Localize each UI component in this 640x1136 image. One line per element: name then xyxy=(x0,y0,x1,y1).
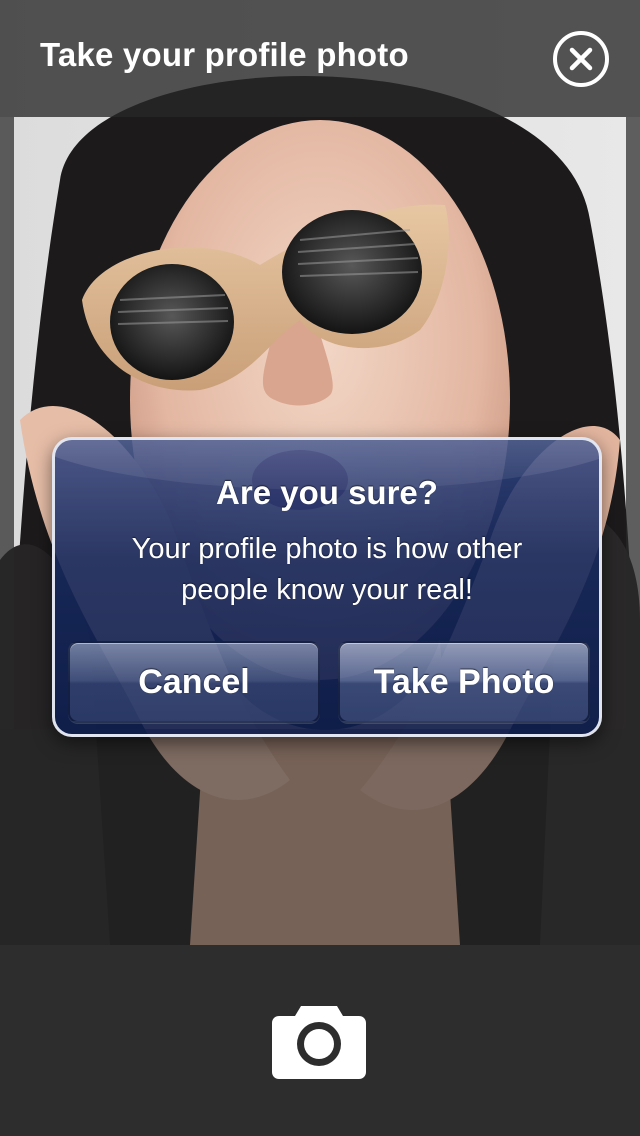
alert-message: Your profile photo is how other people k… xyxy=(131,533,523,606)
alert-title: Are you sure? xyxy=(216,474,438,511)
take-photo-button[interactable]: Take Photo xyxy=(338,641,590,723)
shutter-button[interactable] xyxy=(271,1000,367,1080)
crop-shade-bottom xyxy=(0,729,640,945)
camera-icon xyxy=(272,1006,366,1079)
crop-shade-right xyxy=(626,117,640,729)
crop-shade-left xyxy=(0,117,14,729)
cancel-button[interactable]: Cancel xyxy=(68,641,320,723)
close-icon xyxy=(569,47,593,71)
close-button[interactable] xyxy=(553,31,609,87)
page-title: Take your profile photo xyxy=(40,36,409,73)
confirm-alert-dialog: Are you sure? Your profile photo is how … xyxy=(52,437,602,737)
camera-screen: Take your profile photo Are you sure? Yo… xyxy=(0,0,640,1136)
header-bar: Take your profile photo xyxy=(0,0,640,117)
